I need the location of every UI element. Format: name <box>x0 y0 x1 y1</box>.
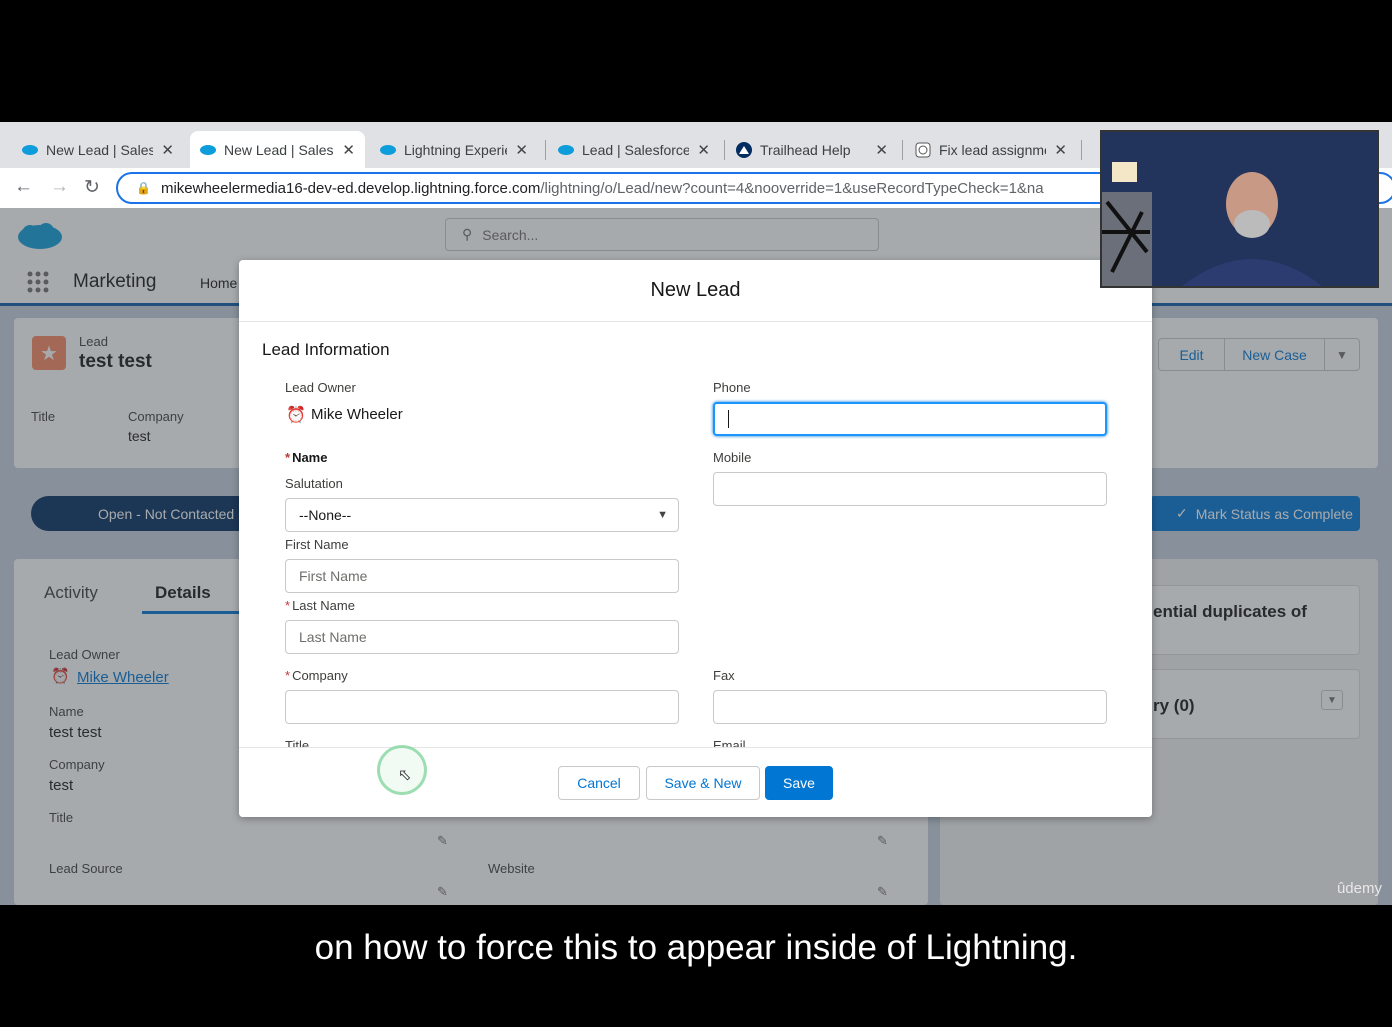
last-name-input[interactable]: Last Name <box>285 620 679 654</box>
browser-tab[interactable]: Fix lead assignme ✕ <box>905 131 1077 168</box>
salutation-select[interactable]: --None-- ▼ <box>285 498 679 532</box>
lock-icon: 🔒 <box>136 181 151 195</box>
chevron-down-icon: ▼ <box>657 509 668 521</box>
mouse-pointer-icon: ⬁ <box>398 767 412 784</box>
close-tab-icon[interactable]: ✕ <box>697 141 710 159</box>
close-tab-icon[interactable]: ✕ <box>875 141 888 159</box>
modal-body: Lead Information Lead Owner ⏰ Mike Wheel… <box>239 322 1152 747</box>
lead-owner-value: Mike Wheeler <box>311 406 403 423</box>
required-marker: * <box>285 668 291 683</box>
presenter-video-icon <box>1102 132 1377 286</box>
close-tab-icon[interactable]: ✕ <box>342 141 355 159</box>
tab-divider <box>545 140 546 160</box>
browser-tab[interactable]: Lead | Salesforce ✕ <box>548 131 720 168</box>
fax-input[interactable] <box>713 690 1107 724</box>
salesforce-cloud-icon <box>22 142 38 158</box>
tab-divider <box>724 140 725 160</box>
trailhead-icon <box>736 141 752 158</box>
modal-footer: Cancel Save & New Save <box>239 747 1152 817</box>
first-name-input[interactable]: First Name <box>285 559 679 593</box>
salesforce-cloud-icon <box>558 142 574 158</box>
salesforce-cloud-icon <box>200 142 216 158</box>
modal-header: New Lead <box>239 260 1152 322</box>
back-arrow-icon[interactable]: ← <box>14 176 33 198</box>
chatgpt-icon <box>915 142 931 158</box>
tab-divider <box>1081 140 1082 160</box>
cancel-button[interactable]: Cancel <box>558 766 640 800</box>
tab-divider <box>902 140 903 160</box>
new-lead-modal: New Lead Lead Information Lead Owner ⏰ M… <box>239 260 1152 817</box>
reload-icon[interactable]: ↻ <box>84 176 100 199</box>
forward-arrow-icon[interactable]: → <box>50 176 69 198</box>
save-and-new-button[interactable]: Save & New <box>646 766 760 800</box>
section-title: Lead Information <box>262 340 390 359</box>
company-input[interactable] <box>285 690 679 724</box>
modal-title: New Lead <box>650 279 741 301</box>
browser-tab-active[interactable]: New Lead | Sales ✕ <box>190 131 365 168</box>
save-button[interactable]: Save <box>765 766 833 800</box>
browser-tab[interactable]: Lightning Experie ✕ <box>370 131 538 168</box>
close-tab-icon[interactable]: ✕ <box>161 141 174 159</box>
webcam-overlay <box>1100 130 1379 288</box>
required-marker: * <box>285 598 291 613</box>
text-cursor <box>728 410 729 428</box>
video-caption: on how to force this to appear inside of… <box>0 905 1392 1027</box>
phone-input[interactable] <box>713 402 1107 436</box>
close-tab-icon[interactable]: ✕ <box>1054 141 1067 159</box>
browser-tab[interactable]: Trailhead Help ✕ <box>726 131 898 168</box>
mobile-input[interactable] <box>713 472 1107 506</box>
video-frame: New Lead | Salesf ✕ New Lead | Sales ✕ L… <box>0 0 1392 1027</box>
browser-tab[interactable]: New Lead | Salesf ✕ <box>12 131 184 168</box>
required-marker: * <box>285 450 291 465</box>
salesforce-cloud-icon <box>380 142 396 158</box>
close-tab-icon[interactable]: ✕ <box>515 141 528 159</box>
avatar-icon: ⏰ <box>286 407 306 424</box>
udemy-watermark: ûdemy <box>1336 880 1382 897</box>
